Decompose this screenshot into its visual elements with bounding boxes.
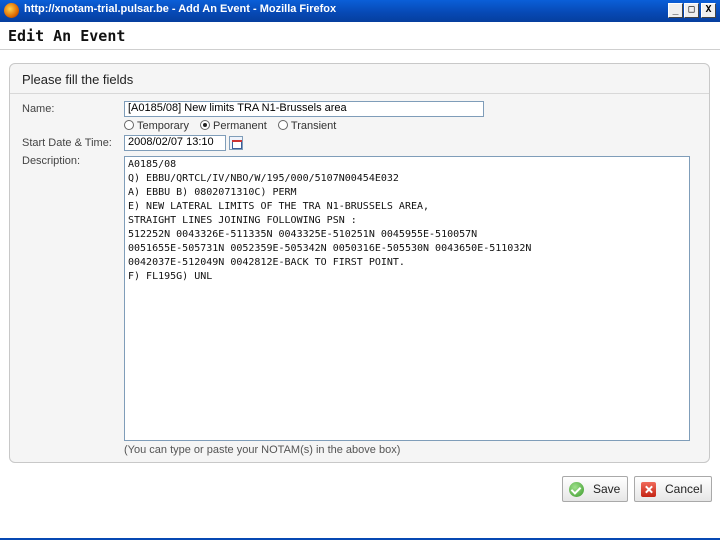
description-textarea[interactable]: A0185/08 Q) EBBU/QRTCL/IV/NBO/W/195/000/… [124, 156, 690, 441]
event-type-radio-group: Temporary Permanent Transient [124, 120, 344, 134]
cancel-button-label: Cancel [665, 482, 703, 496]
save-button-label: Save [593, 482, 621, 496]
maximize-button[interactable]: □ [684, 3, 699, 18]
radio-permanent-button[interactable] [200, 120, 211, 130]
cancel-x-icon [641, 482, 656, 497]
cancel-button[interactable]: Cancel [634, 476, 712, 502]
divider [0, 49, 720, 50]
form-heading: Please fill the fields [22, 72, 134, 87]
divider [10, 93, 709, 94]
radio-temporary[interactable]: Temporary [124, 120, 189, 132]
window-titlebar: http://xnotam-trial.pulsar.be - Add An E… [0, 0, 720, 22]
start-date-input[interactable]: 2008/02/07 13:10 [124, 135, 226, 151]
radio-permanent-label: Permanent [213, 120, 267, 132]
minimize-button[interactable]: _ [668, 3, 683, 18]
window-title: http://xnotam-trial.pulsar.be - Add An E… [24, 3, 337, 15]
save-button[interactable]: Save [562, 476, 628, 502]
check-icon [569, 482, 584, 497]
radio-transient-button[interactable] [277, 120, 288, 130]
description-label: Description: [22, 155, 81, 167]
name-label: Name: [22, 103, 55, 115]
description-hint: (You can type or paste your NOTAM(s) in … [124, 444, 401, 456]
page-title: Edit An Event [8, 27, 126, 45]
radio-temporary-button[interactable] [124, 120, 134, 130]
radio-temporary-label: Temporary [137, 120, 189, 132]
start-date-label: Start Date & Time: [22, 137, 112, 149]
radio-transient[interactable]: Transient [277, 120, 337, 132]
close-button[interactable]: X [701, 3, 716, 18]
radio-transient-label: Transient [290, 120, 337, 132]
calendar-icon[interactable] [229, 136, 243, 150]
radio-permanent[interactable]: Permanent [200, 120, 267, 132]
event-form-panel: Please fill the fields Name: [A0185/08] … [9, 63, 710, 463]
firefox-icon [4, 3, 19, 18]
name-input[interactable]: [A0185/08] New limits TRA N1-Brussels ar… [124, 101, 484, 117]
